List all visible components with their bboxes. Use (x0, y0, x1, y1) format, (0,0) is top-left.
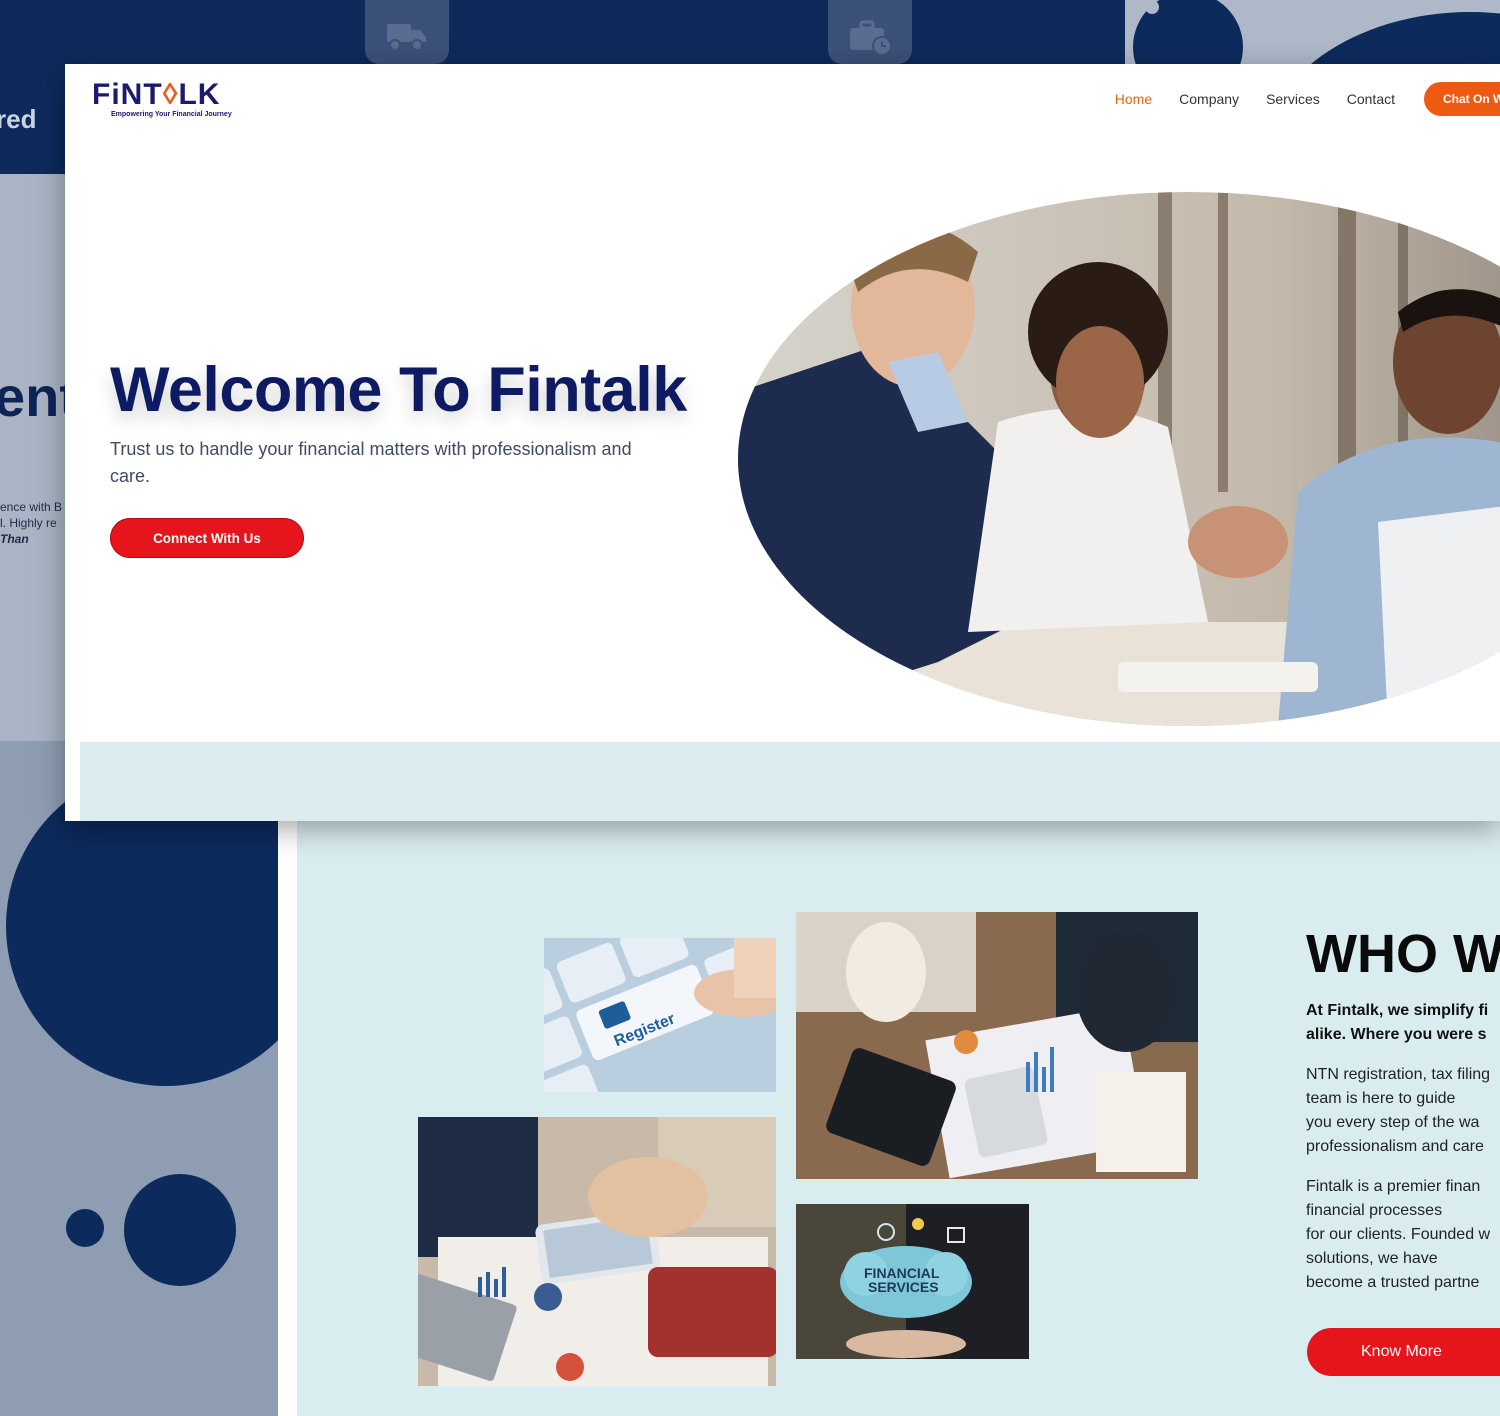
about-p2-line: Fintalk is a premier finan (1306, 1178, 1481, 1195)
about-lead-line-2: alike. Where you were s (1306, 1026, 1487, 1043)
connect-with-us-button[interactable]: Connect With Us (110, 518, 304, 558)
about-p2-line: become a trusted partne (1306, 1274, 1480, 1291)
main-nav: Home Company Services Contact Chat On Wh (1088, 82, 1500, 116)
financial-services-cloud-photo: FINANCIAL SERVICES (796, 1204, 1029, 1359)
background-tab-truck (365, 0, 449, 64)
logo-tagline: Empowering Your Financial Journey (111, 111, 232, 118)
background-title-fragment: ent (0, 365, 66, 428)
financial-label-line-2: SERVICES (868, 1279, 939, 1295)
about-paragraph-1: NTN registration, tax filing team is her… (1306, 1063, 1500, 1159)
nav-item-company[interactable]: Company (1179, 91, 1239, 107)
about-p1-line: you every step of the wa (1306, 1114, 1480, 1131)
logo-text-prefix: FiNT (92, 78, 163, 111)
team-analysis-desk-photo (796, 912, 1198, 1179)
background-heading-fragment: red (0, 104, 37, 134)
business-handshake-photo (738, 192, 1500, 726)
brand-logo[interactable]: FiNT◊LK Empowering Your Financial Journe… (92, 80, 232, 119)
hero-subtitle: Trust us to handle your financial matter… (110, 439, 632, 486)
background-text-line-1: ence with B (0, 500, 63, 514)
nav-item-contact[interactable]: Contact (1347, 91, 1395, 107)
register-keyboard-photo: Register (544, 938, 776, 1092)
about-paragraph-2: Fintalk is a premier finan financial pro… (1306, 1175, 1500, 1295)
decor-circle-small (66, 1209, 104, 1247)
background-text-line-2: l. Highly re (0, 516, 57, 530)
chat-on-whatsapp-button[interactable]: Chat On Wh (1424, 82, 1500, 116)
about-title: WHO W (1306, 924, 1500, 984)
delivery-truck-icon (387, 24, 426, 51)
background-tab-briefcase (828, 0, 912, 64)
background-testimonial-panel: ent ence with B l. Highly re Than (0, 174, 66, 741)
background-text-author: Than (0, 532, 29, 546)
about-p1-line: team is here to guide (1306, 1090, 1456, 1107)
about-p2-line: solutions, we have (1306, 1250, 1438, 1267)
logo-text-suffix: LK (178, 78, 221, 111)
nav-item-home[interactable]: Home (1115, 91, 1152, 107)
know-more-button[interactable]: Know More (1307, 1328, 1500, 1376)
briefcase-clock-icon (850, 20, 892, 56)
logo-wordmark: FiNT◊LK (92, 80, 232, 110)
about-p1-line: professionalism and care (1306, 1138, 1484, 1155)
tablet-charts-meeting-photo (418, 1117, 776, 1386)
about-p2-line: for our clients. Founded w (1306, 1226, 1491, 1243)
logo-diamond-icon: ◊ (162, 78, 179, 111)
about-section-window: Register FINANCIAL SERVICES WHO W At Fin… (278, 821, 1500, 1416)
decor-circle-medium (124, 1174, 236, 1286)
about-lead: At Fintalk, we simplify fi alike. Where … (1306, 999, 1500, 1047)
hero-title: Welcome To Fintalk (110, 355, 687, 425)
hero-section-window: FiNT◊LK Empowering Your Financial Journe… (65, 64, 1500, 821)
about-p1-line: NTN registration, tax filing (1306, 1066, 1491, 1083)
nav-item-services[interactable]: Services (1266, 91, 1320, 107)
about-lead-line-1: At Fintalk, we simplify fi (1306, 1002, 1489, 1019)
background-decor-bottom-left (0, 741, 280, 1416)
about-p2-line: financial processes (1306, 1202, 1443, 1219)
background-decor-top-right (1125, 0, 1500, 64)
hero-bottom-strip (80, 742, 1500, 821)
